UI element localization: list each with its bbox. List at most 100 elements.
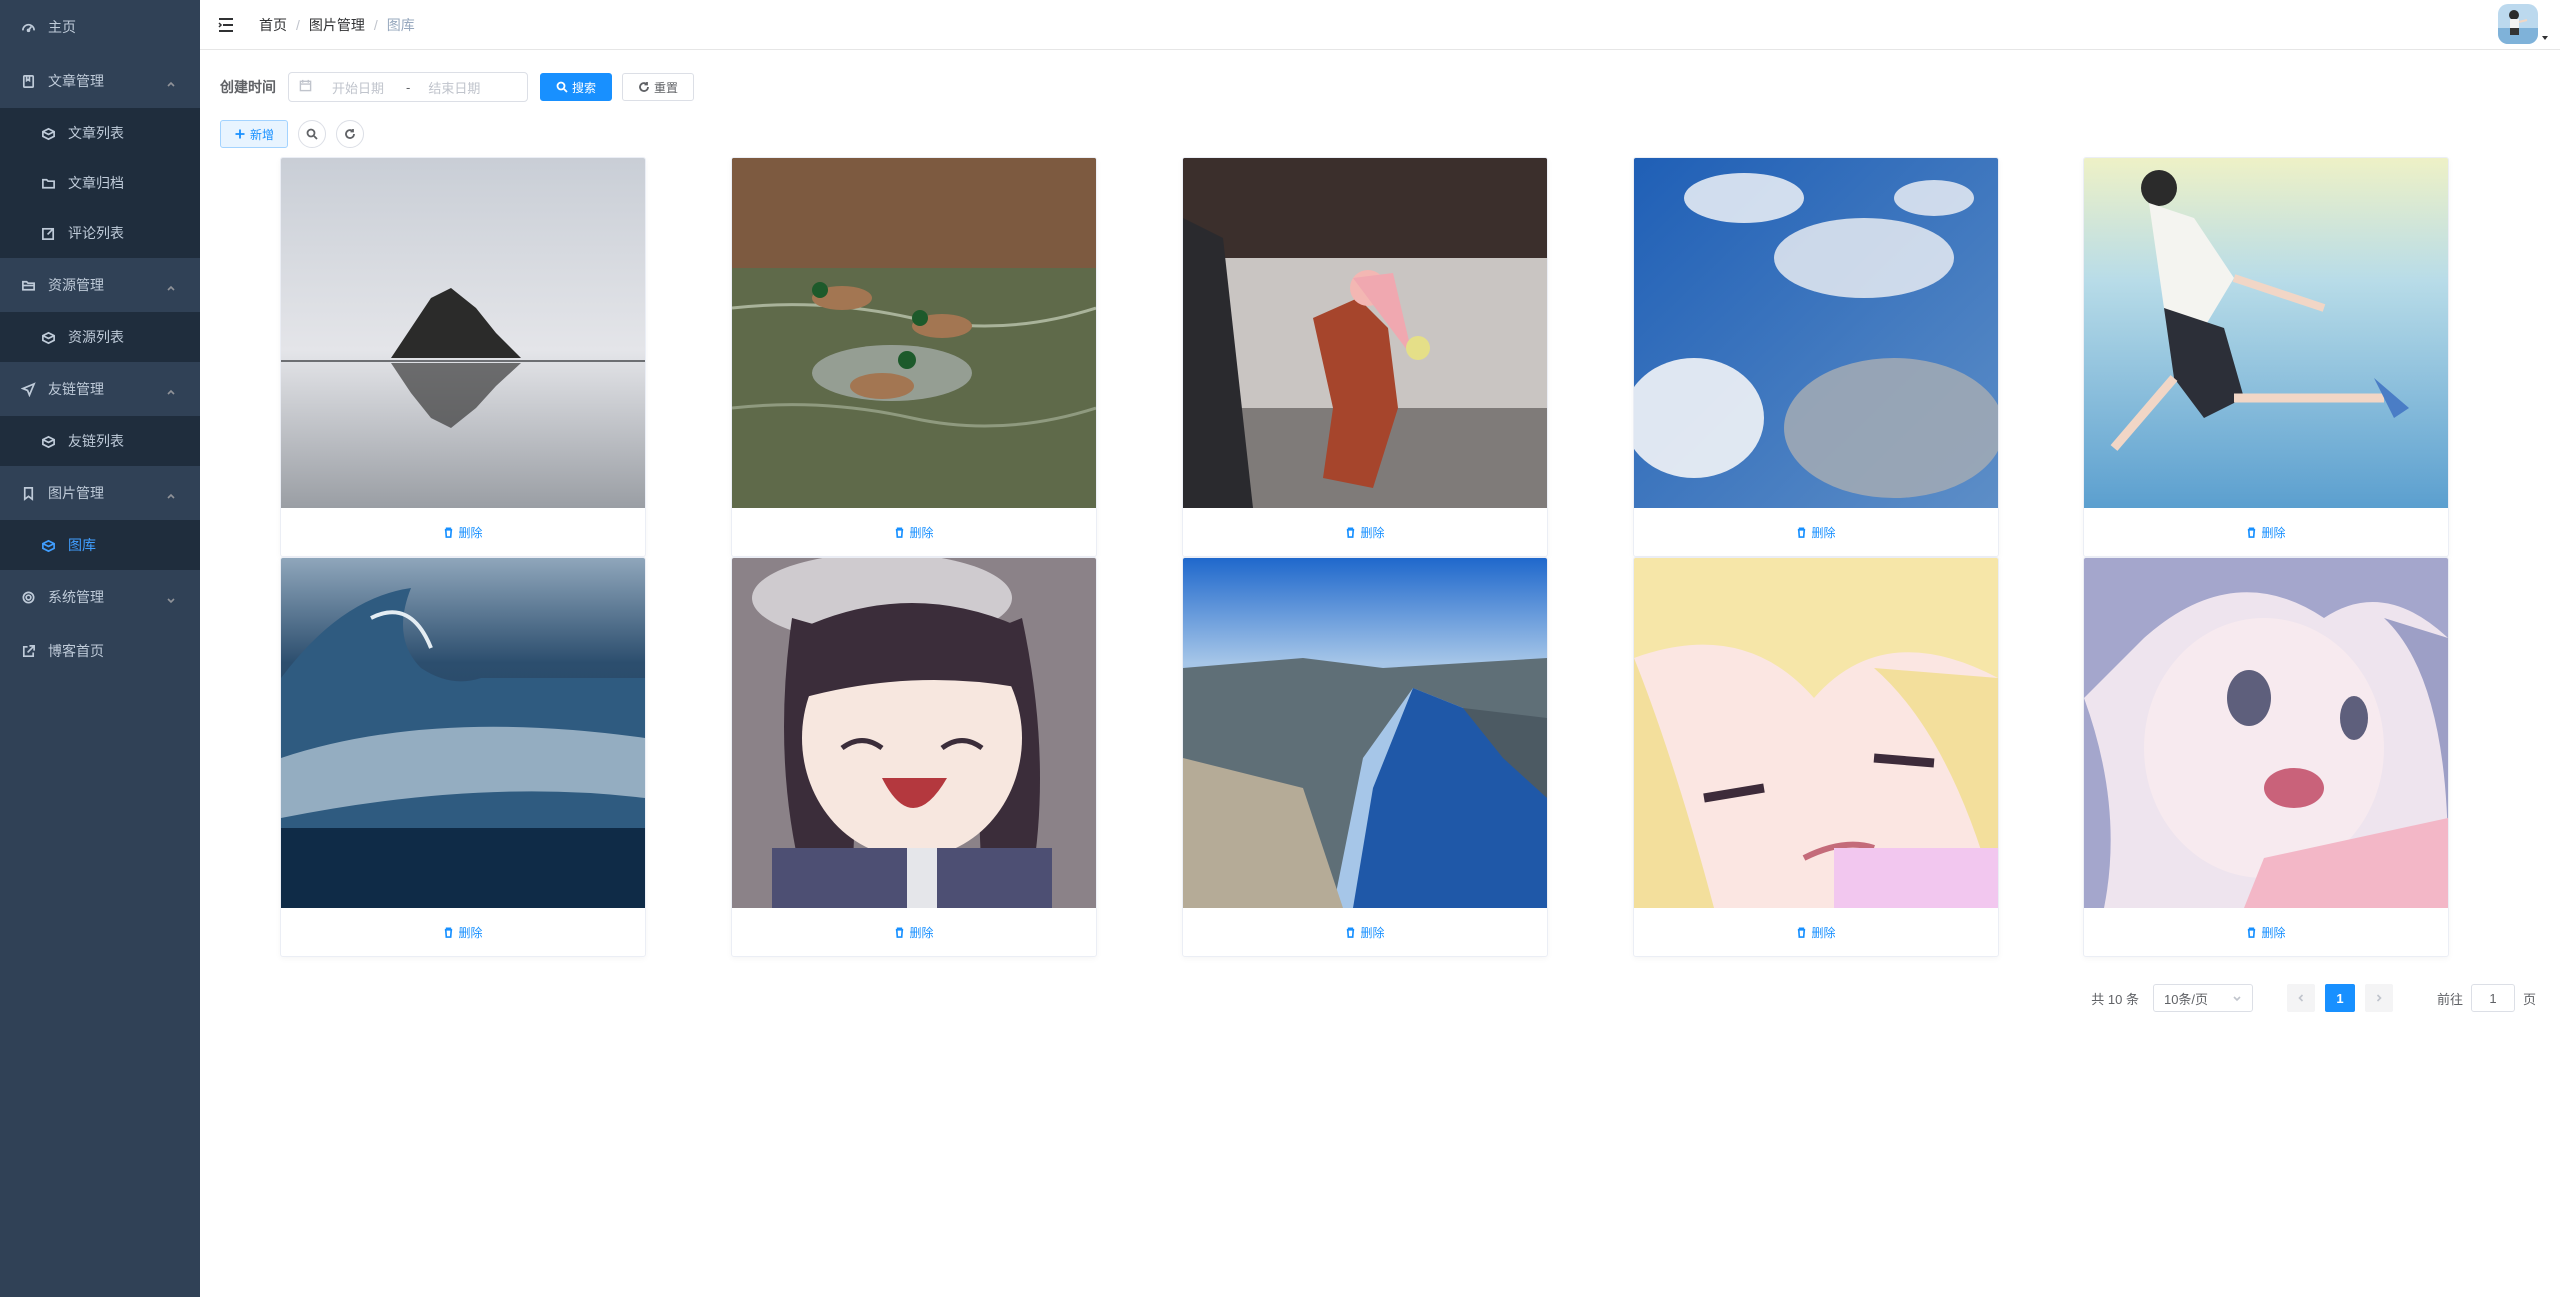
delete-button[interactable]: 删除: [281, 508, 645, 556]
date-range-separator: -: [406, 79, 411, 95]
gallery-image[interactable]: [2084, 158, 2448, 508]
gallery-image[interactable]: [732, 558, 1096, 908]
gallery-icon: [40, 537, 56, 553]
sidebar-item-label: 资源管理: [48, 277, 104, 293]
page-number-current[interactable]: 1: [2324, 984, 2355, 1012]
delete-button[interactable]: 删除: [732, 508, 1096, 556]
gallery-card: 删除: [280, 557, 646, 957]
delete-button[interactable]: 删除: [1634, 508, 1998, 556]
toolbar: 新增: [220, 120, 365, 148]
add-button[interactable]: 新增: [220, 120, 289, 148]
delete-label: 删除: [2261, 525, 2286, 540]
sidebar-item-home[interactable]: 主页: [0, 0, 200, 54]
sidebar-item-label: 友链列表: [68, 433, 124, 449]
sidebar-item-label: 评论列表: [68, 225, 124, 241]
delete-button[interactable]: 删除: [2084, 908, 2448, 956]
pagination: 共 10 条 10条/页 1 前往 页: [2091, 984, 2536, 1012]
gallery-image[interactable]: [1634, 158, 1998, 508]
sidebar-item-label: 资源列表: [68, 329, 124, 345]
list-icon: [40, 329, 56, 345]
page-size-value: 10条/页: [2163, 991, 2209, 1007]
search-icon: [556, 81, 568, 93]
delete-label: 删除: [909, 525, 934, 540]
breadcrumb-image-management[interactable]: 图片管理: [309, 15, 365, 35]
sidebar-item-blog-home[interactable]: 博客首页: [0, 624, 200, 678]
delete-label: 删除: [1360, 925, 1385, 940]
sidebar-item-gallery[interactable]: 图库: [0, 520, 200, 570]
gallery-image[interactable]: [2084, 558, 2448, 908]
folder-open-icon: [20, 277, 36, 293]
goto-page-input[interactable]: [2470, 984, 2515, 1012]
delete-button[interactable]: 删除: [732, 908, 1096, 956]
trash-icon: [2248, 927, 2256, 938]
start-date-input[interactable]: 开始日期: [332, 78, 392, 97]
toggle-search-button[interactable]: [298, 120, 327, 148]
goto-suffix: 页: [2522, 991, 2536, 1007]
search-form: 创建时间 开始日期 - 结束日期 搜索 重置: [220, 72, 695, 102]
caret-down-icon: [2540, 30, 2550, 40]
gear-icon: [20, 589, 36, 605]
prev-page-button[interactable]: [2286, 984, 2315, 1012]
gallery-image[interactable]: [281, 158, 645, 508]
delete-button[interactable]: 删除: [1634, 908, 1998, 956]
trash-icon: [445, 927, 453, 938]
sidebar-item-article-archive[interactable]: 文章归档: [0, 158, 200, 208]
refresh-button[interactable]: [336, 120, 365, 148]
gallery-card: 删除: [731, 557, 1097, 957]
delete-label: 删除: [458, 525, 483, 540]
delete-button[interactable]: 删除: [1183, 908, 1547, 956]
sidebar-item-label: 图片管理: [48, 485, 104, 501]
breadcrumb-home[interactable]: 首页: [259, 15, 287, 35]
sidebar-item-system-management[interactable]: 系统管理: [0, 570, 200, 624]
delete-label: 删除: [909, 925, 934, 940]
dashboard-icon: [20, 19, 36, 35]
trash-icon: [1347, 527, 1355, 538]
sidebar-item-resource-management[interactable]: 资源管理: [0, 258, 200, 312]
sidebar: 主页 文章管理 文章列表 文章归档 评论列表 资源管理 资源列表 友链管理 友链…: [0, 0, 200, 1297]
sidebar-item-image-management[interactable]: 图片管理: [0, 466, 200, 520]
user-menu[interactable]: [2498, 4, 2550, 44]
gallery-image[interactable]: [732, 158, 1096, 508]
calendar-icon: [299, 79, 312, 95]
avatar[interactable]: [2498, 4, 2538, 44]
reset-button-label: 重置: [654, 80, 679, 95]
gallery-image[interactable]: [281, 558, 645, 908]
delete-button[interactable]: 删除: [1183, 508, 1547, 556]
gallery-image[interactable]: [1183, 158, 1547, 508]
edit-icon: [40, 225, 56, 241]
delete-label: 删除: [1811, 925, 1836, 940]
sidebar-item-article-management[interactable]: 文章管理: [0, 54, 200, 108]
refresh-icon: [345, 129, 355, 139]
sidebar-item-comment-list[interactable]: 评论列表: [0, 208, 200, 258]
page-size-select[interactable]: 10条/页: [2152, 984, 2253, 1012]
gallery-card: 删除: [2083, 157, 2449, 557]
reset-button[interactable]: 重置: [622, 73, 695, 101]
plus-icon: [235, 129, 245, 139]
chevron-up-icon: [166, 76, 176, 87]
search-button[interactable]: 搜索: [540, 73, 613, 101]
chevron-right-icon: [2376, 994, 2382, 1002]
delete-button[interactable]: 删除: [281, 908, 645, 956]
sidebar-item-resource-list[interactable]: 资源列表: [0, 312, 200, 362]
delete-button[interactable]: 删除: [2084, 508, 2448, 556]
gallery-image[interactable]: [1634, 558, 1998, 908]
add-button-label: 新增: [250, 127, 275, 142]
refresh-icon: [639, 82, 649, 92]
sidebar-item-link-management[interactable]: 友链管理: [0, 362, 200, 416]
folder-icon: [40, 175, 56, 191]
hamburger-menu-icon[interactable]: [215, 14, 237, 36]
sidebar-item-article-list[interactable]: 文章列表: [0, 108, 200, 158]
delete-label: 删除: [1811, 525, 1836, 540]
end-date-input[interactable]: 结束日期: [428, 78, 480, 97]
chevron-up-icon: [166, 488, 176, 499]
next-page-button[interactable]: [2364, 984, 2393, 1012]
sidebar-item-label: 友链管理: [48, 381, 104, 397]
sidebar-item-link-list[interactable]: 友链列表: [0, 416, 200, 466]
sidebar-item-label: 系统管理: [48, 589, 104, 605]
sidebar-item-label: 博客首页: [48, 643, 104, 659]
sidebar-item-label: 文章归档: [68, 175, 124, 191]
date-range-picker[interactable]: 开始日期 - 结束日期: [288, 72, 528, 102]
list-icon: [40, 433, 56, 449]
gallery-image[interactable]: [1183, 558, 1547, 908]
delete-label: 删除: [2261, 925, 2286, 940]
